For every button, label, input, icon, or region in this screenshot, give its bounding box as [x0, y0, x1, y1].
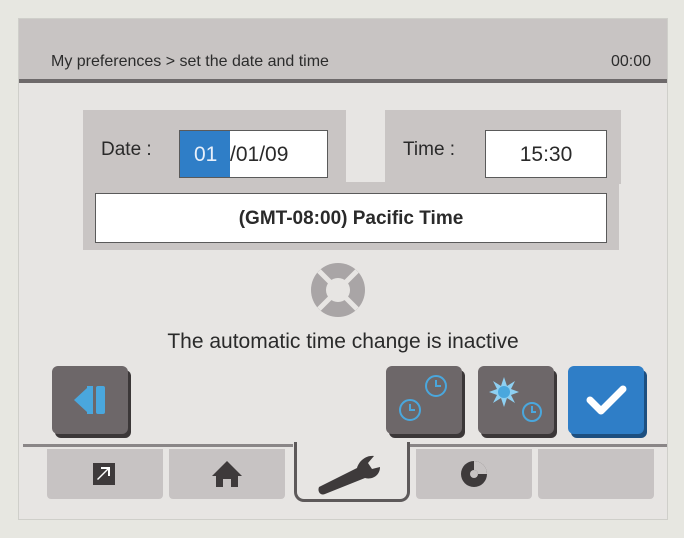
timezone-panel: (GMT-08:00) Pacific Time [83, 182, 619, 250]
date-panel: Date : 01 /01/09 [83, 110, 346, 184]
tab-shortcut[interactable] [47, 449, 163, 499]
device-screen: My preferences > set the date and time 0… [18, 18, 668, 520]
breadcrumb: My preferences > set the date and time [51, 53, 329, 70]
dst-settings-button[interactable] [478, 366, 554, 434]
auto-time-change-status: The automatic time change is inactive [167, 330, 519, 353]
tab-bar-line-left [23, 444, 293, 447]
tab-settings[interactable] [294, 442, 410, 502]
home-icon [212, 461, 242, 487]
tab-media[interactable] [416, 449, 532, 499]
date-remainder[interactable]: /01/09 [230, 143, 288, 167]
inactive-status-icon [311, 263, 365, 317]
tab-bar-line-right [410, 444, 667, 447]
sun-clock-icon [489, 377, 542, 422]
time-label: Time : [403, 139, 456, 160]
clock-pair-icon [399, 375, 447, 421]
clock-settings-button[interactable] [386, 366, 462, 434]
back-icon [74, 386, 105, 414]
date-label: Date : [101, 139, 152, 160]
date-day-selected[interactable]: 01 [194, 143, 217, 167]
tab-home[interactable] [169, 449, 285, 499]
confirm-button[interactable] [568, 366, 644, 434]
back-button[interactable] [52, 366, 128, 434]
clock-display: 00:00 [610, 53, 651, 70]
time-field[interactable]: 15:30 [485, 130, 607, 178]
check-icon [586, 385, 627, 415]
timezone-field[interactable]: (GMT-08:00) Pacific Time [95, 193, 607, 243]
date-field[interactable]: 01 /01/09 [179, 130, 328, 178]
tab-empty[interactable] [538, 449, 654, 499]
wrench-icon [318, 455, 380, 495]
shortcut-arrow-icon [93, 463, 115, 485]
disc-icon [461, 461, 487, 487]
timezone-value[interactable]: (GMT-08:00) Pacific Time [96, 208, 606, 230]
title-bar: My preferences > set the date and time 0… [19, 19, 667, 83]
time-value[interactable]: 15:30 [486, 143, 606, 167]
time-panel: Time : 15:30 [385, 110, 621, 184]
